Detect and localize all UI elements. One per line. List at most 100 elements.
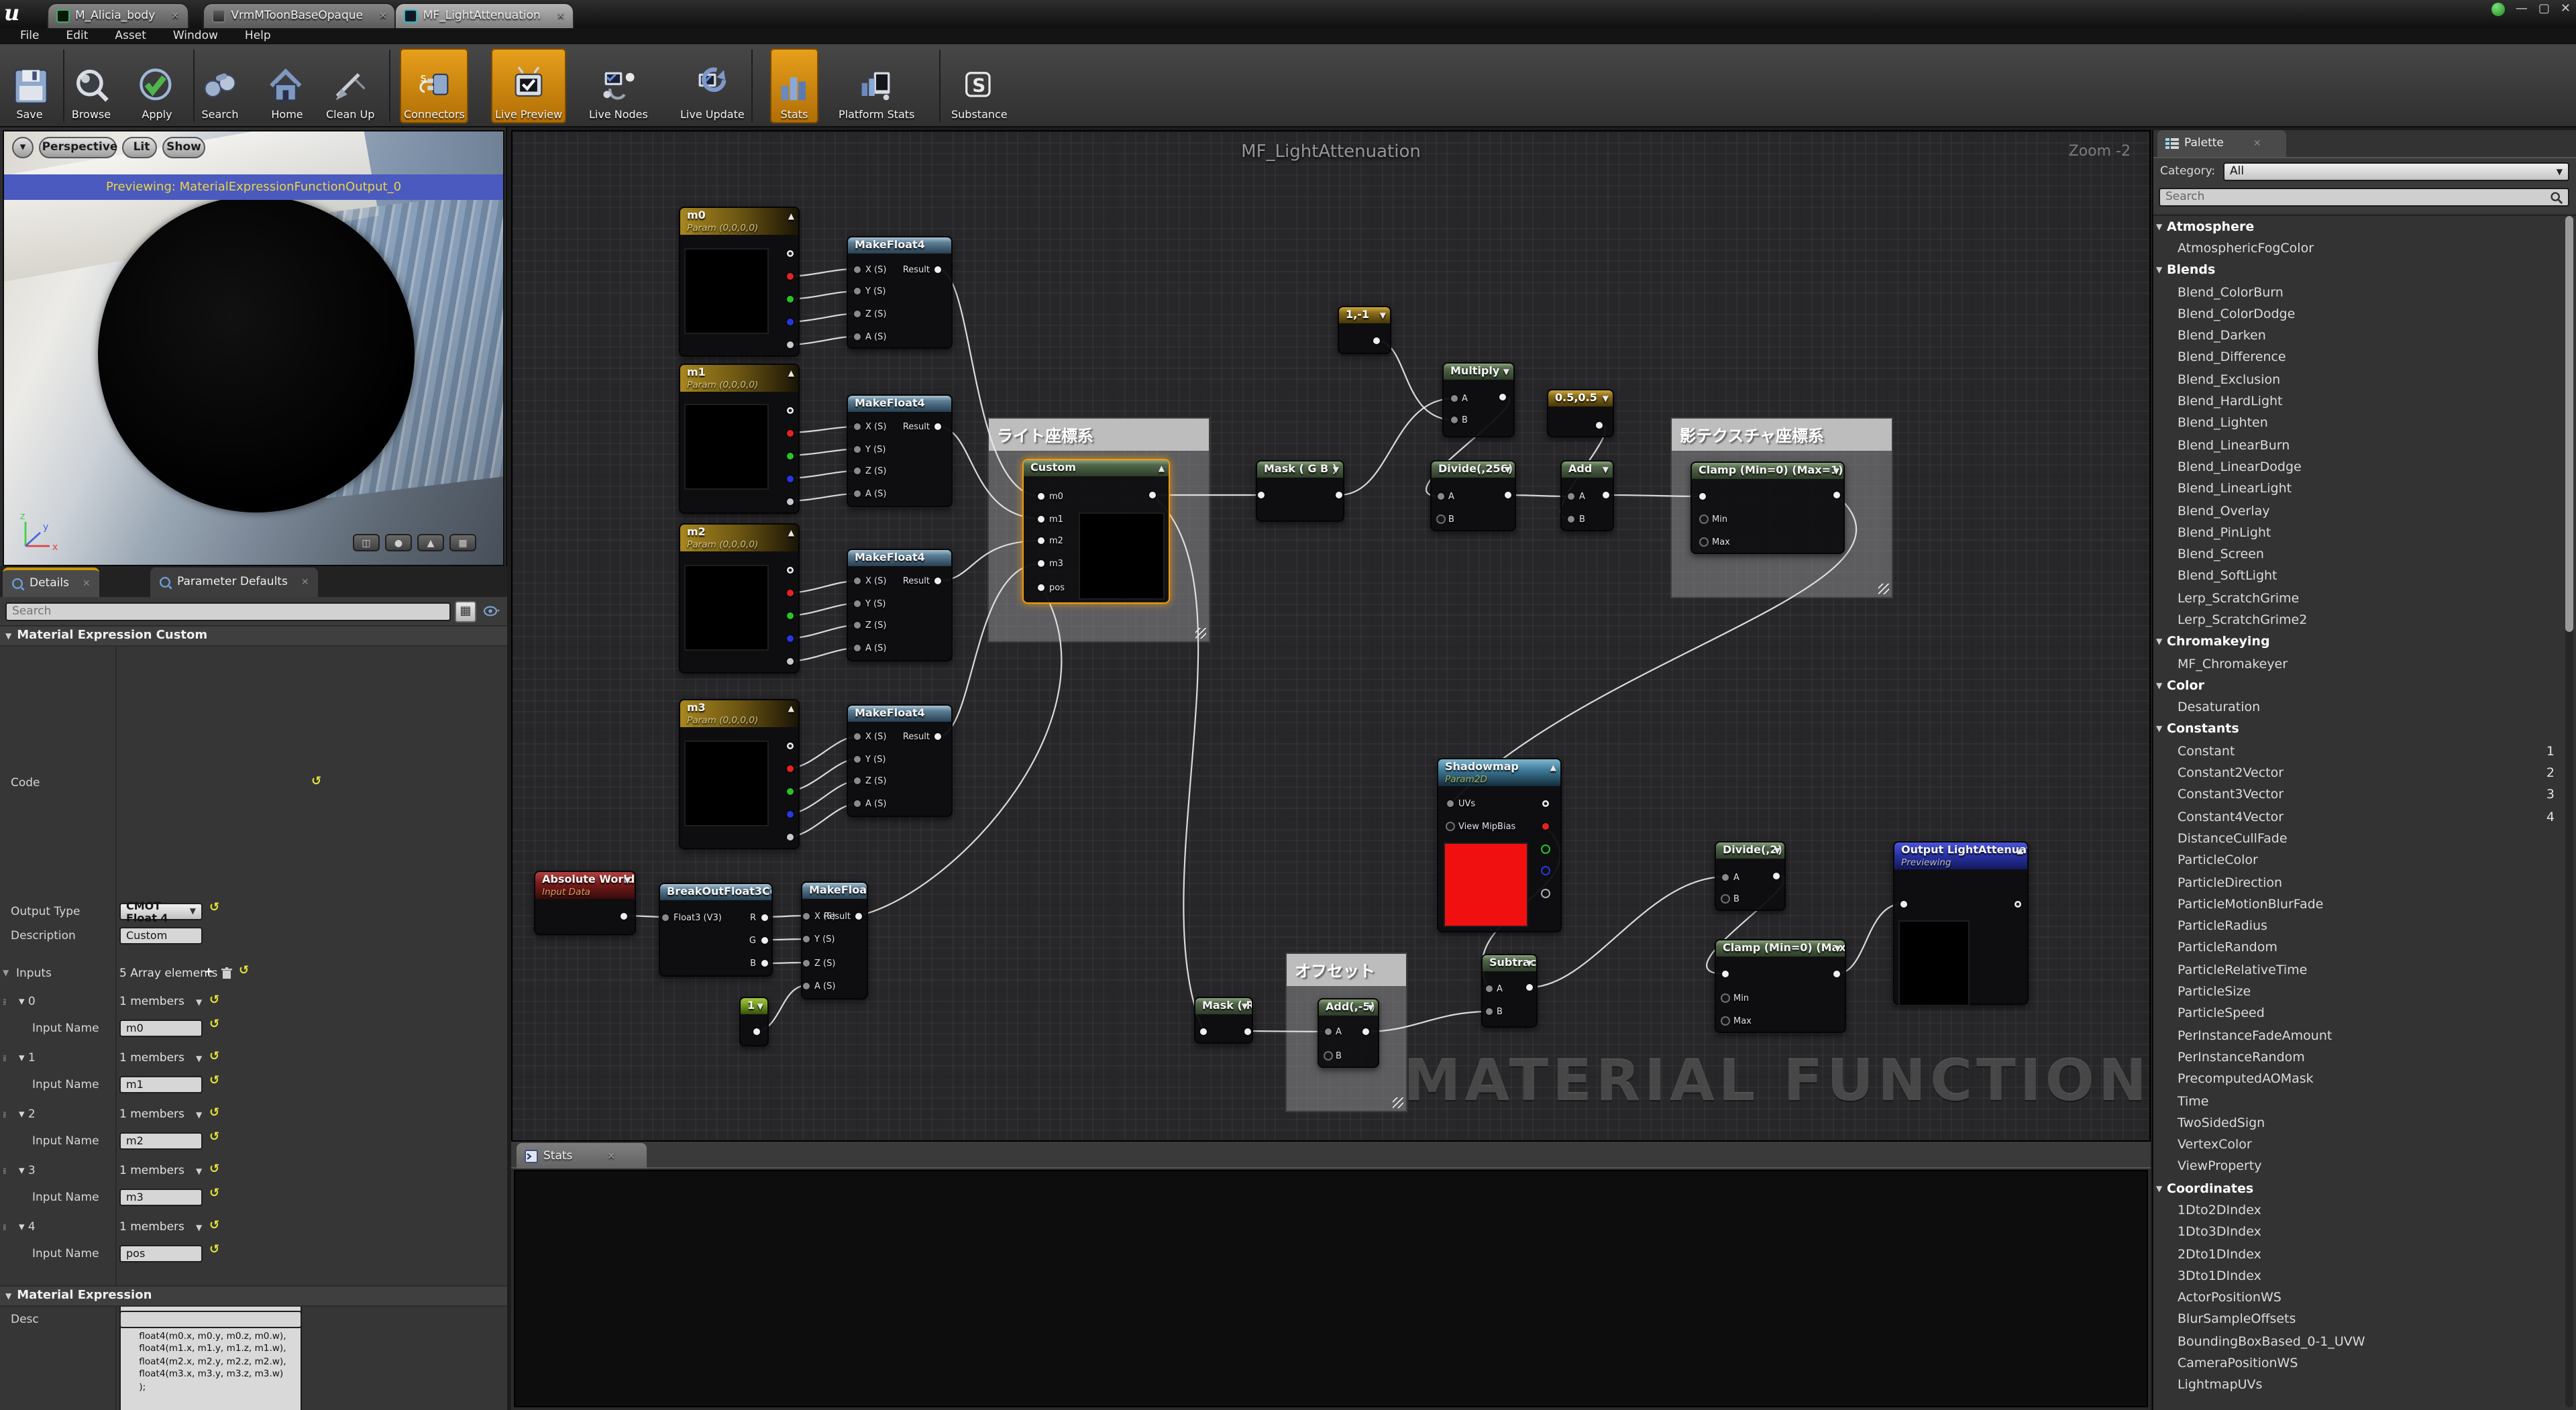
palette-item-Constant2Vector[interactable]: Constant2Vector2 (2153, 763, 2576, 785)
menu-edit[interactable]: Edit (54, 30, 100, 43)
palette-item-AtmosphericFogColor[interactable]: AtmosphericFogColor (2153, 238, 2576, 260)
palette-item-ParticleColor[interactable]: ParticleColor (2153, 850, 2576, 872)
tab-parameter-defaults[interactable]: Parameter Defaults✕ (150, 567, 319, 597)
pin[interactable] (1566, 514, 1576, 524)
grid-view-icon[interactable]: ▦ (455, 600, 476, 622)
palette-item-Blend_Screen[interactable]: Blend_Screen (2153, 544, 2576, 566)
trash-icon[interactable] (221, 967, 232, 979)
inputs-label[interactable]: Inputs (16, 967, 52, 981)
collapse-icon[interactable]: ▲ (1159, 463, 1165, 476)
viewport-options-button[interactable]: ▾ (12, 137, 34, 158)
palette-item-Blend_PinLight[interactable]: Blend_PinLight (2153, 522, 2576, 544)
pin[interactable] (853, 620, 862, 630)
preview-eye-pin[interactable] (2012, 899, 2022, 908)
pin[interactable] (786, 340, 795, 349)
pin[interactable] (1497, 392, 1507, 402)
node-header[interactable]: 0.5,0.5▼ (1548, 390, 1613, 406)
pin[interactable] (1256, 490, 1266, 500)
pin[interactable] (786, 272, 795, 281)
node-header[interactable]: MakeFloat4 (802, 883, 867, 899)
node-header[interactable]: Subtract▼ (1483, 955, 1536, 971)
node-m3[interactable]: m3Param (0,0,0,0)▲ (679, 699, 800, 849)
node-m1[interactable]: m1Param (0,0,0,0)▲ (679, 363, 800, 513)
drag-grip[interactable]: ⁞⁞ (3, 1054, 5, 1064)
tab-stats[interactable]: Stats✕ (517, 1143, 647, 1169)
pin[interactable] (1361, 1027, 1371, 1036)
pin[interactable] (1372, 336, 1381, 345)
reset-icon[interactable]: ↺ (209, 1244, 219, 1257)
pin[interactable] (1721, 894, 1730, 904)
pin[interactable] (1334, 490, 1344, 500)
comment-title[interactable]: 影テクスチャ座標系 (1672, 419, 1892, 451)
pin[interactable] (853, 799, 862, 808)
chevron-down-icon[interactable]: ▼ (196, 998, 202, 1008)
node-c0505[interactable]: 0.5,0.5▼ (1547, 389, 1614, 437)
palette-item-VertexColor[interactable]: VertexColor (2153, 1134, 2576, 1156)
pin[interactable] (1721, 969, 1730, 979)
reset-icon[interactable]: ↺ (209, 1075, 219, 1088)
pin[interactable] (1721, 1016, 1730, 1026)
pin[interactable] (1323, 1051, 1332, 1061)
pin[interactable] (1721, 872, 1730, 881)
pin[interactable] (853, 466, 862, 476)
pin[interactable] (786, 496, 795, 506)
palette-item-ViewProperty[interactable]: ViewProperty (2153, 1156, 2576, 1179)
palette-item-Constant4Vector[interactable]: Constant4Vector4 (2153, 806, 2576, 828)
palette-item-PerInstanceRandom[interactable]: PerInstanceRandom (2153, 1047, 2576, 1069)
node-header[interactable]: Add▼ (1562, 461, 1613, 477)
pin[interactable] (1148, 490, 1157, 500)
palette-item-Blend_LinearLight[interactable]: Blend_LinearLight (2153, 478, 2576, 500)
palette-item-Blend_Exclusion[interactable]: Blend_Exclusion (2153, 369, 2576, 391)
pin[interactable] (802, 958, 811, 967)
palette-item-ParticleDirection[interactable]: ParticleDirection (2153, 872, 2576, 894)
node-header[interactable]: Multiply▼ (1444, 363, 1513, 379)
pin[interactable] (786, 294, 795, 304)
palette-item-Blend_ColorBurn[interactable]: Blend_ColorBurn (2153, 282, 2576, 304)
reset-icon[interactable]: ↺ (209, 902, 219, 915)
palette-item-3Dto1DIndex[interactable]: 3Dto1DIndex (2153, 1266, 2576, 1288)
pin[interactable] (1036, 536, 1046, 545)
pin[interactable] (786, 634, 795, 643)
palette-item-Lerp_ScratchGrime2[interactable]: Lerp_ScratchGrime2 (2153, 610, 2576, 632)
pin[interactable] (1243, 1026, 1252, 1036)
palette-item-ParticleSize[interactable]: ParticleSize (2153, 981, 2576, 1004)
node-awp[interactable]: Absolute World PositionInput Data▼ (534, 870, 636, 934)
palette-item-2Dto1DIndex[interactable]: 2Dto1DIndex (2153, 1244, 2576, 1266)
pin[interactable] (933, 732, 943, 741)
pin[interactable] (786, 588, 795, 598)
pin[interactable] (1503, 490, 1512, 500)
drag-grip[interactable]: ⁞⁞ (3, 1224, 5, 1233)
pin[interactable] (853, 264, 862, 274)
collapse-icon[interactable]: ▲ (788, 527, 794, 541)
section-material-expression[interactable]: ▼Material Expression (0, 1285, 507, 1307)
collapse-icon[interactable]: ▲ (788, 703, 794, 716)
node-header[interactable]: MakeFloat4 (848, 549, 951, 565)
node-header[interactable]: Absolute World PositionInput Data▼ (535, 871, 635, 898)
collapse-icon[interactable]: ▼ (1603, 393, 1609, 406)
menu-window[interactable]: Window (161, 30, 230, 43)
palette-item-Time[interactable]: Time (2153, 1091, 2576, 1113)
palette-item-1Dto3DIndex[interactable]: 1Dto3DIndex (2153, 1222, 2576, 1244)
palette-item-LightmapUVs[interactable]: LightmapUVs (2153, 1374, 2576, 1397)
palette-item-BoundingBoxBased_0-1_UVW[interactable]: BoundingBoxBased_0-1_UVW (2153, 1331, 2576, 1353)
pin[interactable] (786, 451, 795, 460)
drag-grip[interactable]: ⁞⁞ (3, 1111, 5, 1120)
toolbar-substance-button[interactable]: SSubstance (947, 48, 1012, 123)
collapse-icon[interactable]: ▼ (757, 1000, 763, 1014)
pin[interactable] (854, 911, 863, 920)
menu-help[interactable]: Help (233, 30, 283, 43)
palette-item-Blend_LinearDodge[interactable]: Blend_LinearDodge (2153, 457, 2576, 479)
pin[interactable] (1595, 421, 1604, 430)
pin[interactable] (802, 911, 811, 920)
collapse-icon[interactable]: ▼ (625, 874, 631, 887)
toolbar-live-preview-button[interactable]: Live Preview (491, 48, 566, 123)
pin[interactable] (1721, 993, 1730, 1002)
pin[interactable] (786, 832, 795, 842)
collapse-icon[interactable]: ▲ (2017, 845, 2023, 859)
pin[interactable] (1446, 799, 1455, 808)
scrollbar-thumb[interactable] (2565, 216, 2573, 632)
palette-item-ParticleRadius[interactable]: ParticleRadius (2153, 916, 2576, 938)
tab-palette[interactable]: Palette✕ (2157, 130, 2286, 157)
pin[interactable] (1449, 415, 1458, 425)
input-name-field-m3[interactable]: m3 (119, 1189, 203, 1206)
